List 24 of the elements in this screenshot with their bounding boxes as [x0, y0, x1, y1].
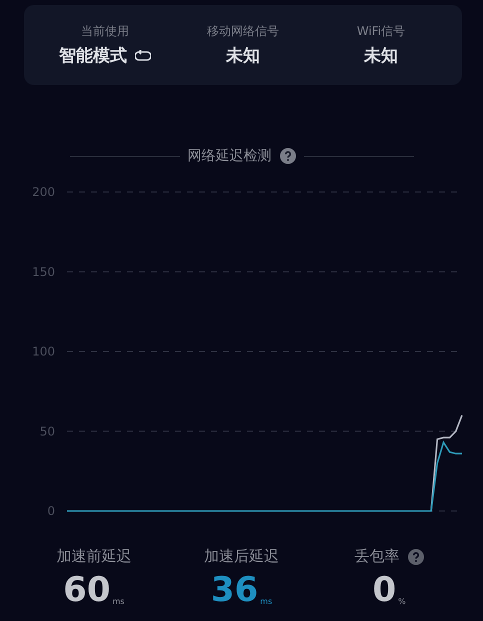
help-icon[interactable]	[280, 148, 296, 164]
status-value: 未知	[226, 45, 260, 67]
help-icon[interactable]	[408, 548, 424, 564]
stat-unit: ms	[260, 597, 272, 606]
refresh-icon[interactable]	[135, 50, 151, 62]
axis-tick-label: 200	[32, 185, 55, 199]
stat-unit: %	[398, 597, 406, 606]
stat-label: 加速前延迟	[56, 547, 132, 566]
axis-tick-label: 50	[40, 424, 55, 438]
stat-value: 60	[63, 570, 110, 610]
stat-value: 36	[210, 570, 258, 610]
stat-unit: ms	[112, 597, 124, 606]
axis-tick-label: 100	[32, 344, 55, 358]
stat-label: 加速后延迟	[204, 547, 279, 566]
status-label: WiFi信号	[356, 23, 406, 40]
status-value: 未知	[364, 45, 398, 67]
status-label: 移动网络信号	[207, 23, 279, 40]
section-title: 网络延迟检测	[188, 147, 272, 165]
stat-value: 0	[372, 570, 396, 610]
axis-tick-label: 0	[47, 504, 55, 518]
status-label: 当前使用	[81, 23, 129, 40]
stat-label: 丢包率	[354, 547, 400, 566]
status-value: 智能模式	[59, 45, 127, 67]
axis-tick-label: 150	[32, 264, 55, 279]
